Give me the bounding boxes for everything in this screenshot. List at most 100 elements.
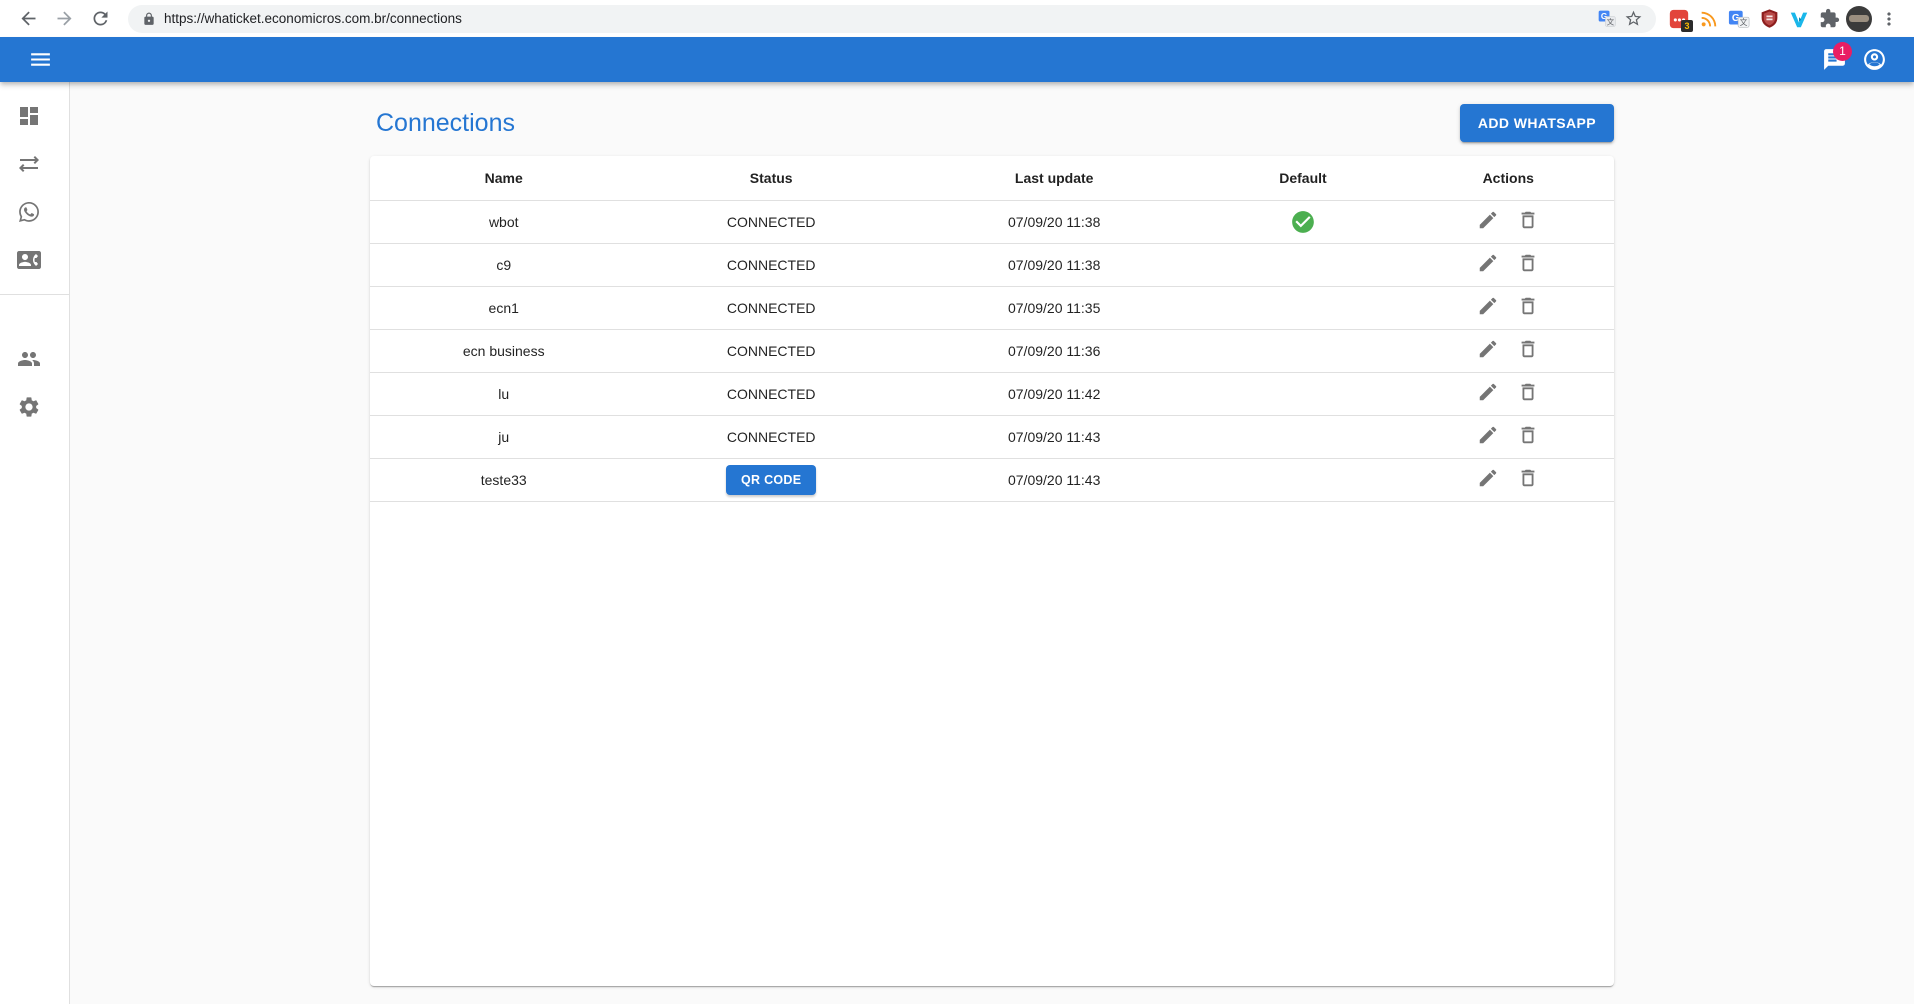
edit-connection-button[interactable]: [1473, 377, 1503, 410]
delete-connection-button[interactable]: [1513, 463, 1543, 496]
add-whatsapp-button[interactable]: ADD WHATSAPP: [1460, 104, 1614, 142]
delete-connection-button[interactable]: [1513, 377, 1543, 410]
edit-connection-button[interactable]: [1473, 205, 1503, 238]
notifications-button[interactable]: 1: [1814, 40, 1854, 80]
swap-connections-icon: [17, 152, 41, 176]
reload-button[interactable]: [85, 4, 115, 34]
connection-last-update: 07/09/20 11:38: [905, 200, 1204, 243]
contact-phone-icon: [17, 248, 41, 272]
default-check-icon: [1290, 209, 1316, 235]
translate-icon: G 文: [1597, 9, 1617, 29]
sidebar-item-tickets[interactable]: [0, 188, 69, 236]
table-header-row: Name Status Last update Default Actions: [370, 156, 1614, 200]
forward-button[interactable]: [49, 4, 79, 34]
connection-actions: [1402, 415, 1614, 458]
delete-trash-icon: [1517, 424, 1539, 446]
star-icon: [1624, 9, 1643, 28]
edit-connection-button[interactable]: [1473, 248, 1503, 281]
ublock-origin-button[interactable]: [1754, 4, 1784, 34]
column-header-actions: Actions: [1402, 156, 1614, 200]
bookmark-button[interactable]: [1620, 6, 1646, 32]
sidebar-item-connections[interactable]: [0, 140, 69, 188]
browser-toolbar: https://whaticket.economicros.com.br/con…: [0, 0, 1914, 37]
whatsapp-icon: [17, 200, 41, 224]
delete-trash-icon: [1517, 295, 1539, 317]
red-extension-button[interactable]: 3: [1664, 4, 1694, 34]
edit-connection-button[interactable]: [1473, 420, 1503, 453]
connection-status: CONNECTED: [637, 243, 904, 286]
sidebar-item-settings[interactable]: [0, 383, 69, 431]
extension-badge: 3: [1681, 20, 1693, 32]
dashboard-icon: [17, 104, 41, 128]
delete-trash-icon: [1517, 338, 1539, 360]
sidebar-toggle-button[interactable]: [20, 40, 60, 80]
browser-menu-button[interactable]: [1874, 4, 1904, 34]
column-header-default: Default: [1203, 156, 1402, 200]
svg-text:文: 文: [1607, 16, 1615, 26]
delete-connection-button[interactable]: [1513, 291, 1543, 324]
reload-icon: [90, 8, 111, 29]
connection-name: ecn1: [370, 286, 637, 329]
puzzle-icon: [1819, 8, 1840, 29]
rss-extension-button[interactable]: [1694, 4, 1724, 34]
extensions-area: 3 G 文: [1664, 4, 1904, 34]
connection-last-update: 07/09/20 11:43: [905, 458, 1204, 501]
connection-status: CONNECTED: [637, 286, 904, 329]
edit-connection-button[interactable]: [1473, 291, 1503, 324]
edit-connection-button[interactable]: [1473, 463, 1503, 496]
qr-code-button[interactable]: QR CODE: [726, 465, 816, 495]
connection-name: lu: [370, 372, 637, 415]
edit-pencil-icon: [1477, 424, 1499, 446]
connection-status: CONNECTED: [637, 329, 904, 372]
connection-default-cell: [1203, 372, 1402, 415]
vimeo-downloader-button[interactable]: [1784, 4, 1814, 34]
connection-default-cell: [1203, 243, 1402, 286]
google-translate-icon: G 文: [1728, 8, 1750, 30]
edit-pencil-icon: [1477, 209, 1499, 231]
extensions-puzzle-button[interactable]: [1814, 4, 1844, 34]
people-icon: [17, 347, 41, 371]
column-header-last-update: Last update: [905, 156, 1204, 200]
edit-connection-button[interactable]: [1473, 334, 1503, 367]
connection-status: QR CODE: [637, 458, 904, 501]
back-button[interactable]: [13, 4, 43, 34]
delete-trash-icon: [1517, 467, 1539, 489]
connection-name: teste33: [370, 458, 637, 501]
edit-pencil-icon: [1477, 338, 1499, 360]
sidebar-item-dashboard[interactable]: [0, 92, 69, 140]
sidebar-item-contacts[interactable]: [0, 236, 69, 284]
connection-last-update: 07/09/20 11:42: [905, 372, 1204, 415]
profile-avatar-button[interactable]: [1844, 4, 1874, 34]
connection-last-update: 07/09/20 11:38: [905, 243, 1204, 286]
connections-table-card: Name Status Last update Default Actions …: [370, 156, 1614, 986]
delete-connection-button[interactable]: [1513, 248, 1543, 281]
connection-default-cell: [1203, 329, 1402, 372]
account-menu-button[interactable]: [1854, 40, 1894, 80]
table-row: ecn1 CONNECTED 07/09/20 11:35: [370, 286, 1614, 329]
table-row: wbot CONNECTED 07/09/20 11:38: [370, 200, 1614, 243]
main-content: Connections ADD WHATSAPP Name Status Las…: [70, 82, 1914, 1004]
delete-connection-button[interactable]: [1513, 205, 1543, 238]
edit-pencil-icon: [1477, 381, 1499, 403]
address-bar[interactable]: https://whaticket.economicros.com.br/con…: [128, 5, 1656, 33]
connection-status: CONNECTED: [637, 200, 904, 243]
connection-default-cell: [1203, 286, 1402, 329]
ublock-shield-icon: [1759, 8, 1780, 29]
account-circle-icon: [1862, 47, 1887, 72]
connection-status: CONNECTED: [637, 415, 904, 458]
column-header-name: Name: [370, 156, 637, 200]
lock-icon: [142, 12, 156, 26]
url-text[interactable]: https://whaticket.economicros.com.br/con…: [164, 11, 1594, 26]
delete-connection-button[interactable]: [1513, 334, 1543, 367]
connection-actions: [1402, 372, 1614, 415]
connection-actions: [1402, 243, 1614, 286]
edit-pencil-icon: [1477, 252, 1499, 274]
connection-name: ecn business: [370, 329, 637, 372]
google-translate-extension-button[interactable]: G 文: [1724, 4, 1754, 34]
table-row: ju CONNECTED 07/09/20 11:43: [370, 415, 1614, 458]
translate-page-button[interactable]: G 文: [1594, 6, 1620, 32]
delete-connection-button[interactable]: [1513, 420, 1543, 453]
sidebar-item-users[interactable]: [0, 335, 69, 383]
connection-status: CONNECTED: [637, 372, 904, 415]
connection-actions: [1402, 286, 1614, 329]
